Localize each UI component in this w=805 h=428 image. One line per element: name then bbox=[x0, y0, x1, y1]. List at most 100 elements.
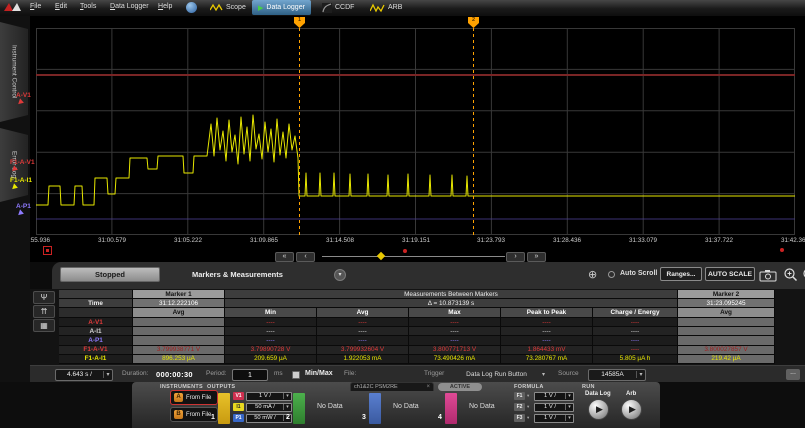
x-tick: 31:23.793 bbox=[477, 237, 505, 244]
f3-scale-dropdown[interactable]: 1 V /▾ bbox=[534, 414, 574, 423]
file-label: File: bbox=[344, 370, 356, 377]
crosshair-icon[interactable]: ⊕ bbox=[588, 268, 597, 281]
source-label: Source bbox=[558, 370, 579, 377]
tab-ccdf[interactable]: CCDF bbox=[316, 0, 360, 15]
zoom-in-icon[interactable] bbox=[783, 267, 799, 283]
grid-tool-icon[interactable]: ▦ bbox=[33, 319, 55, 332]
trigger-dropdown[interactable]: Data Log Run Button▾ bbox=[454, 369, 548, 381]
arb-play-button[interactable]: ▶ bbox=[621, 399, 642, 420]
marker1-header[interactable]: Marker 1 bbox=[133, 290, 225, 299]
f1-badge: F1 bbox=[514, 392, 525, 400]
time-header: Time bbox=[59, 299, 133, 308]
close-icon[interactable]: × bbox=[426, 384, 430, 390]
table-cell bbox=[133, 327, 225, 336]
table-cell: 896.253 µA bbox=[133, 355, 225, 364]
auto-scale-button[interactable]: AUTO SCALE bbox=[705, 267, 755, 281]
tab-data-logger[interactable]: ▶ Data Logger bbox=[252, 0, 311, 15]
table-cell: ---- bbox=[409, 327, 501, 336]
scroll-position-handle[interactable] bbox=[377, 252, 385, 260]
channel-3-status: No Data bbox=[393, 403, 419, 410]
table-cell: 73.280767 mA bbox=[501, 355, 593, 364]
col-header-m2-avg: Avg bbox=[678, 308, 775, 318]
scroll-start-button[interactable]: « bbox=[275, 252, 294, 262]
menu-help[interactable]: Help bbox=[158, 3, 172, 10]
x-tick: 31:14.508 bbox=[326, 237, 354, 244]
menu-data-logger[interactable]: Data Logger bbox=[110, 3, 149, 10]
v1-scale-dropdown[interactable]: 1 V /▾ bbox=[246, 392, 292, 401]
period-unit: ms bbox=[274, 370, 283, 377]
tab-arb[interactable]: ARB bbox=[364, 0, 408, 15]
scroll-prev-button[interactable]: ‹ bbox=[296, 252, 315, 262]
i1-scale-dropdown[interactable]: 50 mA /▾ bbox=[246, 403, 292, 412]
f3-badge: F3 bbox=[514, 414, 525, 422]
marker2-header[interactable]: Marker 2 bbox=[678, 290, 775, 299]
more-button[interactable]: ... bbox=[786, 369, 800, 380]
play-icon: ▶ bbox=[596, 404, 603, 415]
table-cell: 73.490426 mA bbox=[409, 355, 501, 364]
channel-4-bar[interactable] bbox=[445, 393, 457, 424]
dataset-tab[interactable]: ch1&2C PSM2RE × bbox=[350, 382, 434, 391]
active-pill[interactable]: ACTIVE bbox=[438, 383, 482, 391]
channel-4-number: 4 bbox=[438, 414, 442, 421]
channel-label-f1-a-v1[interactable]: F1-A-V1 bbox=[10, 159, 35, 172]
datalog-play-button[interactable]: ▶ bbox=[588, 399, 609, 420]
sine-icon bbox=[210, 3, 223, 12]
waveform-plot[interactable] bbox=[36, 28, 795, 235]
channel-label-a-p1[interactable]: A-P1 bbox=[16, 203, 31, 216]
period-input[interactable]: 1 bbox=[232, 369, 268, 381]
table-cell: 5.805 µA h bbox=[593, 355, 678, 364]
menu-tools[interactable]: Tools bbox=[80, 3, 96, 10]
chevron-down-icon[interactable]: ▾ bbox=[527, 415, 529, 421]
table-row-label: A-P1 bbox=[59, 336, 133, 345]
menu-edit[interactable]: Edit bbox=[55, 3, 67, 10]
channel-1-bar[interactable] bbox=[218, 393, 230, 424]
marker2-flag[interactable]: 2 bbox=[468, 17, 479, 28]
info-icon[interactable] bbox=[186, 2, 197, 13]
screenshot-icon[interactable] bbox=[759, 269, 778, 282]
channel-label-f1-a-i1[interactable]: F1-A-I1 bbox=[10, 177, 32, 190]
f2-scale-dropdown[interactable]: 1 V /▾ bbox=[534, 403, 574, 412]
channel-3-bar[interactable] bbox=[369, 393, 381, 424]
status-stopped-button[interactable]: Stopped bbox=[60, 267, 160, 282]
f1-scale-dropdown[interactable]: 1 V /▾ bbox=[534, 392, 574, 401]
timescale-dropdown[interactable]: 4.643 s /▾ bbox=[55, 369, 113, 381]
channel-2-bar[interactable] bbox=[293, 393, 305, 424]
x-tick: 31:37.722 bbox=[705, 237, 733, 244]
table-cell: ---- bbox=[225, 327, 317, 336]
probe-tool-icon[interactable]: Ψ bbox=[33, 291, 55, 304]
scroll-end-button[interactable]: » bbox=[527, 252, 546, 262]
marker1-flag[interactable]: 1 bbox=[294, 17, 305, 28]
table-cell: ---- bbox=[593, 318, 678, 327]
chart-toolbar: Stopped Markers & Measurements ▾ ⊕ Auto … bbox=[52, 262, 805, 289]
table-cell bbox=[678, 318, 775, 327]
auto-scroll-toggle[interactable] bbox=[608, 271, 615, 278]
source-dropdown[interactable]: 14585A▾ bbox=[588, 369, 646, 381]
table-cell: 209.659 µA bbox=[225, 355, 317, 364]
event-dot bbox=[403, 249, 407, 253]
table-cell bbox=[678, 336, 775, 345]
x-tick: 31:42.365 bbox=[781, 237, 805, 244]
chevron-down-icon[interactable]: ▾ bbox=[527, 393, 529, 399]
scroll-next-button[interactable]: › bbox=[506, 252, 525, 262]
channel-3-number: 3 bbox=[362, 414, 366, 421]
menu-file[interactable]: File bbox=[30, 3, 41, 10]
instrument-a-button[interactable]: A From File bbox=[170, 390, 218, 405]
ranges-button[interactable]: Ranges... bbox=[660, 267, 702, 281]
chevron-down-icon[interactable]: ▾ bbox=[527, 404, 529, 410]
channel-arrow-icon bbox=[12, 165, 19, 172]
table-cell: ---- bbox=[225, 336, 317, 345]
table-cell: ---- bbox=[501, 327, 593, 336]
channel-arrow-icon bbox=[18, 98, 25, 105]
instrument-panel: INSTRUMENTS A From File B From File ▶ OU… bbox=[0, 382, 805, 428]
panel-collapse-icon[interactable]: ▾ bbox=[334, 269, 346, 281]
sidebar-tab-instrument-control[interactable]: Instrument Control bbox=[0, 22, 28, 122]
minmax-checkbox[interactable] bbox=[292, 371, 300, 379]
channel-label-a-v1[interactable]: A-V1 bbox=[16, 92, 31, 105]
marker1-time: 31:12.222106 bbox=[133, 299, 225, 308]
chevron-down-icon: ▾ bbox=[283, 404, 291, 410]
duration-label: Duration: bbox=[122, 370, 148, 377]
markers-tool-icon[interactable]: ⇈ bbox=[33, 305, 55, 318]
tab-scope[interactable]: Scope bbox=[204, 0, 252, 15]
channel-4-status: No Data bbox=[469, 403, 495, 410]
scroll-track[interactable] bbox=[322, 256, 505, 257]
